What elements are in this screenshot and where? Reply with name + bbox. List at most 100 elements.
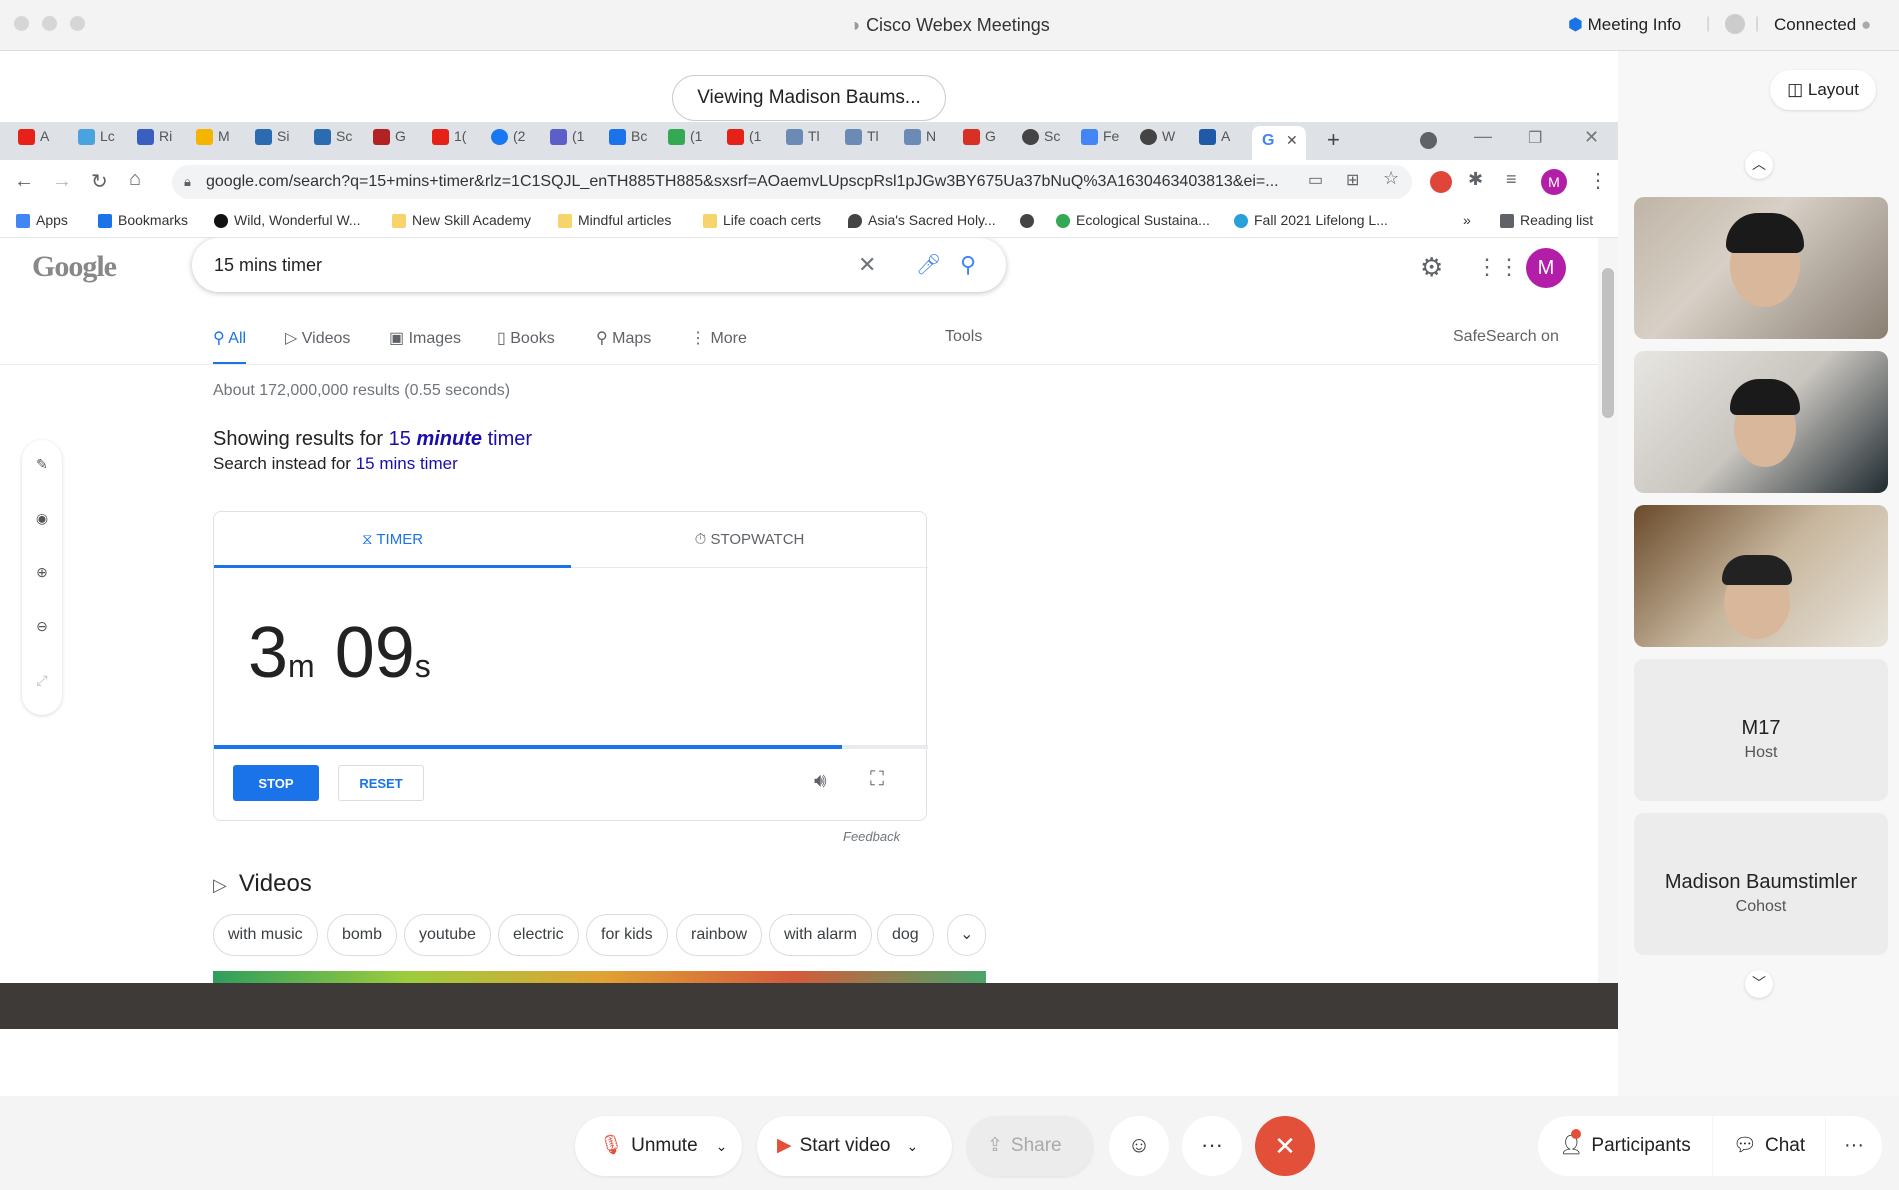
tab-all[interactable]: ⚲ All — [213, 328, 247, 365]
chip-dog[interactable]: dog — [877, 914, 934, 956]
tab[interactable]: M — [196, 128, 230, 156]
tab[interactable]: Tl — [786, 128, 820, 156]
scroll-down-icon[interactable]: ﹀ — [1745, 970, 1773, 998]
chevron-down-icon[interactable]: ⌄ — [716, 1138, 728, 1154]
bookmark-star-icon[interactable]: ☆ — [1383, 168, 1399, 189]
tab[interactable]: Ri — [137, 128, 172, 156]
chip-youtube[interactable]: youtube — [404, 914, 491, 956]
chip-rainbow[interactable]: rainbow — [676, 914, 763, 956]
corrected-query-link[interactable]: 15 minute timer — [389, 428, 532, 450]
bookmark-apps[interactable]: Apps — [16, 212, 68, 229]
unmute-button[interactable]: 🎙︎ Unmute ⌄ — [575, 1116, 742, 1176]
annotate-pen-icon[interactable]: ✎ — [33, 456, 51, 474]
microphone-icon[interactable]: 🎤︎ — [916, 238, 941, 292]
clear-search-icon[interactable]: ✕ — [858, 238, 876, 292]
google-logo[interactable]: Google — [32, 250, 117, 284]
settings-gear-icon[interactable]: ⚙ — [1420, 252, 1443, 283]
video-tile-3[interactable] — [1634, 505, 1888, 647]
bookmark-ecological[interactable]: Ecological Sustaina... — [1056, 212, 1210, 229]
tab[interactable]: Tl — [845, 128, 879, 156]
scroll-up-icon[interactable]: ︿ — [1745, 151, 1773, 179]
reload-icon[interactable]: ↻ — [91, 169, 108, 194]
tab[interactable]: G — [373, 128, 406, 156]
address-bar[interactable]: 🔒︎ google.com/search?q=15+mins+timer&rlz=… — [172, 165, 1412, 199]
fullscreen-icon[interactable]: ⛶ — [870, 768, 884, 791]
cast-icon[interactable]: ▭ — [1308, 170, 1323, 190]
tab[interactable]: N — [904, 128, 936, 156]
stop-button[interactable]: STOP — [233, 765, 319, 801]
search-icon[interactable]: ⚲ — [960, 238, 976, 292]
new-tab-button[interactable]: + — [1327, 127, 1340, 153]
reset-button[interactable]: RESET — [338, 765, 424, 801]
tab[interactable]: (1 — [727, 128, 761, 156]
bookmark-mindful[interactable]: Mindful articles — [558, 212, 671, 229]
back-icon[interactable]: ← — [14, 170, 34, 193]
bookmark-bookmarks[interactable]: Bookmarks — [98, 212, 188, 229]
tab[interactable]: Sc — [1022, 128, 1060, 156]
media-icon[interactable]: ≡ — [1506, 169, 1517, 190]
tab[interactable]: Si — [255, 128, 289, 156]
safesearch-button[interactable]: SafeSearch on — [1453, 328, 1559, 346]
apps-grid-icon[interactable]: ⋮⋮ — [1476, 254, 1520, 280]
tab-stopwatch[interactable]: ⏱︎ STOPWATCH — [571, 512, 928, 568]
volume-icon[interactable]: 🔊︎ — [814, 770, 827, 793]
participant-tile-m17[interactable]: M17 Host — [1634, 659, 1888, 801]
more-options-icon[interactable]: ··· — [1182, 1116, 1242, 1176]
original-query-link[interactable]: 15 mins timer — [356, 454, 458, 473]
tab[interactable]: A — [18, 128, 49, 156]
tab[interactable]: Sc — [314, 128, 352, 156]
tab[interactable]: Bc — [609, 128, 647, 156]
tab-more[interactable]: ⋮ More — [690, 328, 747, 348]
chip-with-music[interactable]: with music — [213, 914, 318, 956]
close-browser-icon[interactable]: ✕ — [1584, 127, 1599, 148]
chevron-down-icon[interactable]: ⌄ — [906, 1138, 918, 1154]
globe-icon[interactable] — [1020, 212, 1040, 229]
profile-avatar[interactable]: M — [1541, 169, 1567, 195]
menu-icon[interactable]: ⋮ — [1588, 168, 1608, 193]
start-video-button[interactable]: ▶︎ Start video ⌄ — [757, 1116, 952, 1176]
forward-icon[interactable]: → — [52, 170, 72, 193]
tab[interactable]: (2 — [491, 128, 525, 156]
active-tab[interactable]: G ✕ — [1252, 126, 1306, 160]
tab-timer[interactable]: ⧖ TIMER — [214, 512, 571, 568]
end-call-icon[interactable]: ✕ — [1255, 1116, 1315, 1176]
tab[interactable]: Fe — [1081, 128, 1119, 156]
reactions-icon[interactable]: ☺ — [1109, 1116, 1169, 1176]
close-tab-icon[interactable]: ✕ — [1286, 132, 1298, 149]
search-input[interactable]: 15 mins timer ✕ 🎤︎ ⚲ — [192, 238, 1006, 292]
meeting-info-button[interactable]: ⬢ Meeting Info — [1568, 15, 1681, 35]
share-button[interactable]: ⇪ Share — [967, 1116, 1093, 1176]
tab[interactable]: 1( — [432, 128, 466, 156]
chat-button[interactable]: 💬︎ Chat — [1713, 1116, 1825, 1176]
home-icon[interactable]: ⌂ — [129, 168, 141, 191]
chip-electric[interactable]: electric — [498, 914, 579, 956]
reading-list[interactable]: Reading list — [1500, 212, 1593, 229]
chip-with-alarm[interactable]: with alarm — [769, 914, 872, 956]
tab-books[interactable]: ▯ Books — [497, 328, 555, 348]
tab[interactable]: (1 — [668, 128, 702, 156]
participant-tile-madison[interactable]: Madison Baumstimler Cohost — [1634, 813, 1888, 955]
tab-images[interactable]: ▣ Images — [389, 328, 461, 348]
extensions-icon[interactable]: ✱ — [1468, 169, 1483, 190]
scrollbar-thumb[interactable] — [1602, 268, 1614, 418]
tab[interactable]: G — [963, 128, 996, 156]
tab[interactable]: A — [1199, 128, 1230, 156]
tab[interactable]: W — [1140, 128, 1175, 156]
feedback-link[interactable]: Feedback — [843, 829, 900, 844]
tools-button[interactable]: Tools — [945, 328, 982, 346]
minimize-icon[interactable]: — — [1474, 126, 1492, 147]
adblock-icon[interactable] — [1430, 171, 1452, 193]
bookmark-fall-2021[interactable]: Fall 2021 Lifelong L... — [1234, 212, 1388, 229]
tab-search-icon[interactable] — [1420, 132, 1437, 149]
chips-expand-icon[interactable]: ⌄ — [947, 914, 987, 956]
tab-maps[interactable]: ⚲ Maps — [596, 328, 651, 348]
layout-button[interactable]: ◫ Layout — [1770, 70, 1876, 110]
remote-control-icon[interactable]: ◉ — [33, 510, 51, 528]
participants-button[interactable]: 👤︎ Participants — [1538, 1116, 1712, 1176]
video-tile-2[interactable] — [1634, 351, 1888, 493]
google-account-avatar[interactable]: M — [1526, 248, 1566, 288]
install-app-icon[interactable]: ⊞ — [1346, 170, 1359, 190]
chip-bomb[interactable]: bomb — [327, 914, 398, 956]
video-thumbnail[interactable] — [213, 971, 986, 983]
recording-icon[interactable] — [1725, 14, 1745, 34]
